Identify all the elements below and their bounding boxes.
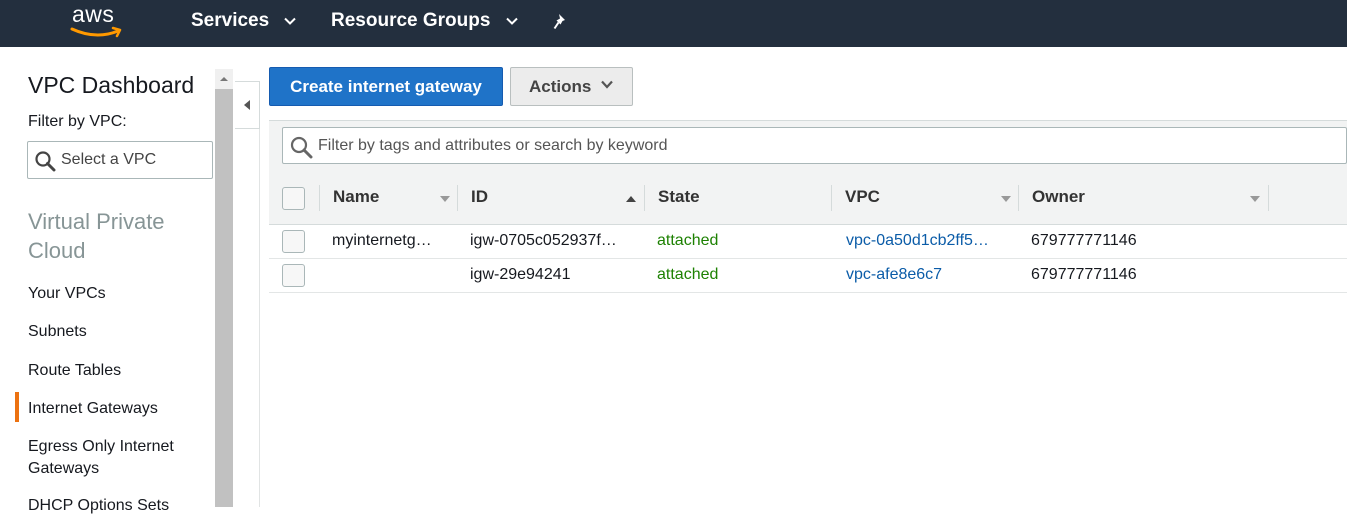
column-header-name[interactable]: Name [333, 187, 379, 207]
filter-by-vpc-label: Filter by VPC: [28, 113, 127, 130]
column-separator [1268, 185, 1269, 211]
column-header-state[interactable]: State [658, 187, 700, 207]
actions-label: Actions [529, 77, 592, 96]
column-separator [644, 185, 645, 211]
cell-name: myinternetg… [332, 232, 432, 249]
caret-left-icon [244, 100, 250, 110]
column-separator [831, 185, 832, 211]
filter-search-input[interactable]: Filter by tags and attributes or search … [282, 127, 1347, 164]
column-header-vpc[interactable]: VPC [845, 187, 880, 207]
vpc-select[interactable]: Select a VPC [27, 141, 213, 179]
select-all-checkbox[interactable] [282, 187, 305, 210]
active-item-indicator [15, 392, 19, 422]
cell-owner: 679777771146 [1031, 266, 1137, 283]
sidebar-item-subnets[interactable]: Subnets [28, 321, 87, 343]
cell-id: igw-0705c052937f… [470, 232, 617, 249]
column-separator [319, 185, 320, 211]
column-header-id[interactable]: ID [471, 187, 488, 207]
cell-vpc-link[interactable]: vpc-afe8e6c7 [846, 266, 1006, 284]
sidebar-item-your-vpcs[interactable]: Your VPCs [28, 283, 106, 305]
chevron-down-icon [506, 17, 518, 25]
cell-vpc-link[interactable]: vpc-0a50d1cb2ff5… [846, 232, 1006, 250]
sort-descending-icon[interactable] [1001, 196, 1011, 202]
aws-smile-icon [70, 26, 122, 38]
sort-descending-icon[interactable] [440, 196, 450, 202]
cell-owner: 679777771146 [1031, 232, 1137, 249]
actions-button[interactable]: Actions [510, 67, 633, 106]
aws-logo-text: aws [72, 1, 115, 27]
scroll-up-arrow-icon[interactable] [219, 75, 229, 83]
content-divider [259, 129, 260, 507]
filter-placeholder: Filter by tags and attributes or search … [318, 137, 668, 154]
table-row[interactable] [269, 259, 1347, 293]
vpc-select-placeholder: Select a VPC [61, 151, 157, 168]
sidebar-item-egress-only-internet-gateways[interactable]: Egress Only Internet Gateways [28, 436, 203, 480]
sidebar: VPC Dashboard Filter by VPC: Select a VP… [0, 47, 215, 514]
services-menu[interactable]: Services [191, 10, 297, 36]
row-checkbox[interactable] [282, 230, 305, 253]
sidebar-item-dhcp-options-sets[interactable]: DHCP Options Sets [28, 495, 169, 517]
sort-ascending-icon[interactable] [626, 196, 636, 202]
column-separator [457, 185, 458, 211]
cell-state: attached [657, 232, 719, 249]
column-separator [1018, 185, 1019, 211]
sidebar-section-title: Virtual Private Cloud [28, 209, 165, 263]
cell-id: igw-29e94241 [470, 266, 571, 283]
cell-state: attached [657, 266, 719, 283]
pin-icon[interactable] [551, 12, 571, 32]
sidebar-item-route-tables[interactable]: Route Tables [28, 360, 121, 382]
column-header-owner[interactable]: Owner [1032, 187, 1085, 207]
top-navigation-bar: aws Services Resource Groups [0, 0, 1347, 47]
search-icon [35, 151, 56, 172]
chevron-down-icon [601, 80, 613, 89]
aws-logo[interactable]: aws [70, 1, 126, 42]
sidebar-title[interactable]: VPC Dashboard [28, 72, 194, 99]
row-checkbox[interactable] [282, 264, 305, 287]
resource-groups-label: Resource Groups [331, 10, 491, 31]
search-icon [290, 136, 313, 159]
services-label: Services [191, 10, 270, 31]
sidebar-scrollbar[interactable] [215, 69, 233, 507]
scrollbar-thumb[interactable] [215, 89, 233, 507]
table-header [269, 175, 1347, 225]
collapse-sidebar-button[interactable] [235, 81, 260, 129]
resource-groups-menu[interactable]: Resource Groups [331, 10, 518, 36]
sidebar-item-internet-gateways[interactable]: Internet Gateways [28, 398, 158, 420]
chevron-down-icon [284, 17, 297, 25]
sort-descending-icon[interactable] [1250, 196, 1260, 202]
create-internet-gateway-button[interactable]: Create internet gateway [269, 67, 503, 106]
